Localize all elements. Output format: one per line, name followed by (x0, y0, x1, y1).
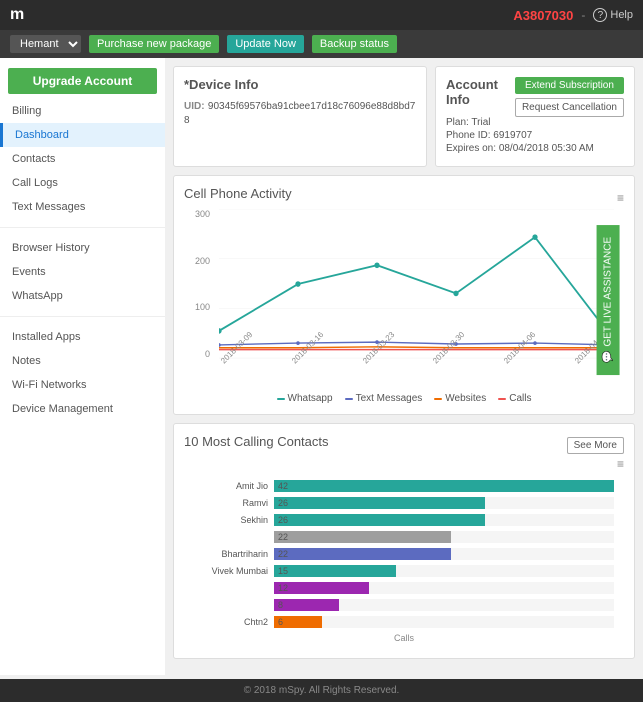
bar-row: Chtn2 6 (194, 616, 614, 628)
account-info-box: Account Info Extend Subscription Request… (435, 66, 635, 167)
main-layout: Upgrade Account Billing Dashboard Contac… (0, 58, 643, 675)
sidebar-item-device-management[interactable]: Device Management (0, 397, 165, 421)
account-info-title: Account Info (446, 77, 507, 107)
legend-text-messages: Text Messages (345, 393, 423, 404)
legend-calls: Calls (498, 393, 531, 404)
phone-line: Phone ID: 6919707 (446, 130, 624, 141)
main-content: *Device Info UID: 90345f69576ba91cbee17d… (165, 58, 643, 675)
expires-line: Expires on: 08/04/2018 05:30 AM (446, 143, 624, 154)
chart-menu-icon[interactable]: ≡ (617, 191, 624, 205)
phone-value: 6919707 (493, 130, 532, 141)
account-buttons: Extend Subscription Request Cancellation (515, 77, 624, 117)
most-calling-header: 10 Most Calling Contacts See More (184, 434, 624, 457)
bar-row: Sekhin 26 (194, 514, 614, 526)
cell-phone-activity-box: Cell Phone Activity ≡ 300 200 100 0 (173, 175, 635, 415)
app-logo: m (10, 6, 24, 24)
sidebar-item-installed-apps[interactable]: Installed Apps (0, 325, 165, 349)
y-axis-labels: 300 200 100 0 (184, 209, 214, 359)
plan-value: Trial (471, 117, 490, 128)
divider: - (581, 8, 585, 22)
bar-row: 12 (194, 582, 614, 594)
update-btn[interactable]: Update Now (227, 35, 304, 53)
bar-row: Ramvi 26 (194, 497, 614, 509)
sidebar-item-text-messages[interactable]: Text Messages (0, 195, 165, 219)
phone-label: Phone ID: (446, 130, 490, 141)
help-label: Help (610, 9, 633, 21)
sidebar-item-whatsapp[interactable]: WhatsApp (0, 284, 165, 308)
expires-label: Expires on: (446, 143, 496, 154)
sidebar-item-contacts[interactable]: Contacts (0, 147, 165, 171)
legend-whatsapp: Whatsapp (277, 393, 333, 404)
bar-row: Amit Jio 42 (194, 480, 614, 492)
request-cancellation-btn[interactable]: Request Cancellation (515, 98, 624, 117)
sidebar-item-browser-history[interactable]: Browser History (0, 236, 165, 260)
sidebar-divider-1 (0, 227, 165, 228)
plan-line: Plan: Trial (446, 117, 624, 128)
bar-row: Vivek Mumbai 15 (194, 565, 614, 577)
websites-legend-color (434, 398, 442, 400)
purchase-btn[interactable]: Purchase new package (89, 35, 219, 53)
live-assist-icon: 💬 (602, 351, 613, 363)
live-assistance-btn[interactable]: 💬 GET LIVE ASSISTANCE (596, 225, 619, 375)
line-chart: 300 200 100 0 (184, 209, 624, 389)
sidebar-item-billing[interactable]: Billing (0, 99, 165, 123)
device-info-title: *Device Info (184, 77, 416, 92)
text-messages-legend-color (345, 398, 353, 400)
bar-chart-menu-icon[interactable]: ≡ (617, 457, 624, 471)
footer-text: © 2018 mSpy. All Rights Reserved. (244, 685, 400, 696)
most-calling-title: 10 Most Calling Contacts (184, 434, 329, 449)
bar-row: 8 (194, 599, 614, 611)
backup-btn[interactable]: Backup status (312, 35, 397, 53)
bar-chart: Amit Jio 42 Ramvi 26 (184, 475, 624, 648)
chart-svg-area (219, 209, 614, 359)
x-axis-labels: 2018-03-09 2018-03-16 2018-03-23 2018-03… (219, 359, 614, 389)
legend-websites: Websites (434, 393, 486, 404)
sidebar-item-dashboard[interactable]: Dashboard (0, 123, 165, 147)
sidebar-divider-2 (0, 316, 165, 317)
plan-label: Plan: (446, 117, 469, 128)
sidebar-item-wifi-networks[interactable]: Wi-Fi Networks (0, 373, 165, 397)
extend-subscription-btn[interactable]: Extend Subscription (515, 77, 624, 94)
sidebar: Upgrade Account Billing Dashboard Contac… (0, 58, 165, 675)
expires-value: 08/04/2018 05:30 AM (499, 143, 594, 154)
upgrade-account-btn[interactable]: Upgrade Account (8, 68, 157, 94)
top-bar: m A3807030 - ? Help (0, 0, 643, 30)
calls-legend-color (498, 398, 506, 400)
live-assist-label: GET LIVE ASSISTANCE (602, 237, 613, 347)
uid-label: UID: (184, 101, 205, 112)
account-id: A3807030 (513, 8, 573, 23)
bar-chart-x-label: Calls (194, 633, 614, 643)
sub-bar: Hemant Purchase new package Update Now B… (0, 30, 643, 58)
see-more-btn[interactable]: See More (567, 437, 624, 454)
cell-phone-title: Cell Phone Activity (184, 186, 292, 201)
top-section: *Device Info UID: 90345f69576ba91cbee17d… (173, 66, 635, 167)
sidebar-item-notes[interactable]: Notes (0, 349, 165, 373)
chart-legend: Whatsapp Text Messages Websites Calls (184, 393, 624, 404)
device-info-box: *Device Info UID: 90345f69576ba91cbee17d… (173, 66, 427, 167)
help-link[interactable]: ? Help (593, 8, 633, 22)
sidebar-item-events[interactable]: Events (0, 260, 165, 284)
bar-row: 22 (194, 531, 614, 543)
footer: © 2018 mSpy. All Rights Reserved. (0, 679, 643, 702)
help-icon: ? (593, 8, 607, 22)
uid-value: 90345f69576ba91cbee17d18c76096e88d8bd78 (184, 101, 415, 126)
most-calling-box: 10 Most Calling Contacts See More ≡ Amit… (173, 423, 635, 659)
sidebar-item-call-logs[interactable]: Call Logs (0, 171, 165, 195)
bar-row: Bhartriharin 22 (194, 548, 614, 560)
target-select[interactable]: Hemant (10, 35, 81, 53)
whatsapp-legend-color (277, 398, 285, 400)
